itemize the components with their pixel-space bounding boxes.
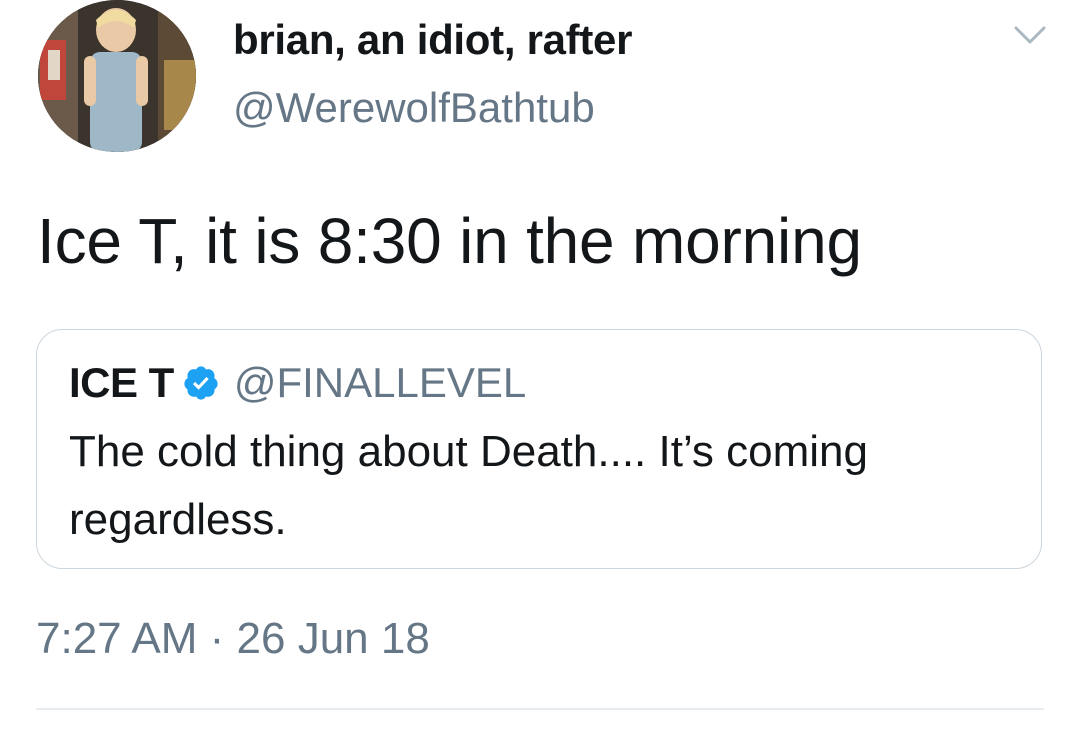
divider [36,708,1044,710]
quoted-tweet-header: ICE T @FINALLEVEL [69,359,526,407]
tweet-text: Ice T, it is 8:30 in the morning [37,205,862,277]
verified-badge-icon [182,364,220,402]
quoted-tweet-text: The cold thing about Death.... It’s comi… [69,427,868,544]
chevron-down-icon[interactable] [1010,20,1050,50]
quoted-handle: @FINALLEVEL [233,359,527,406]
quoted-display-name: ICE T [69,359,174,406]
avatar-photo [38,0,196,152]
quoted-tweet-card[interactable]: ICE T @FINALLEVEL The cold thing about D… [36,329,1042,569]
author-avatar[interactable] [38,0,196,152]
author-display-name[interactable]: brian, an idiot, rafter [233,16,632,64]
tweet-timestamp[interactable]: 7:27 AM · 26 Jun 18 [36,614,430,664]
author-handle[interactable]: @WerewolfBathtub [233,84,595,132]
